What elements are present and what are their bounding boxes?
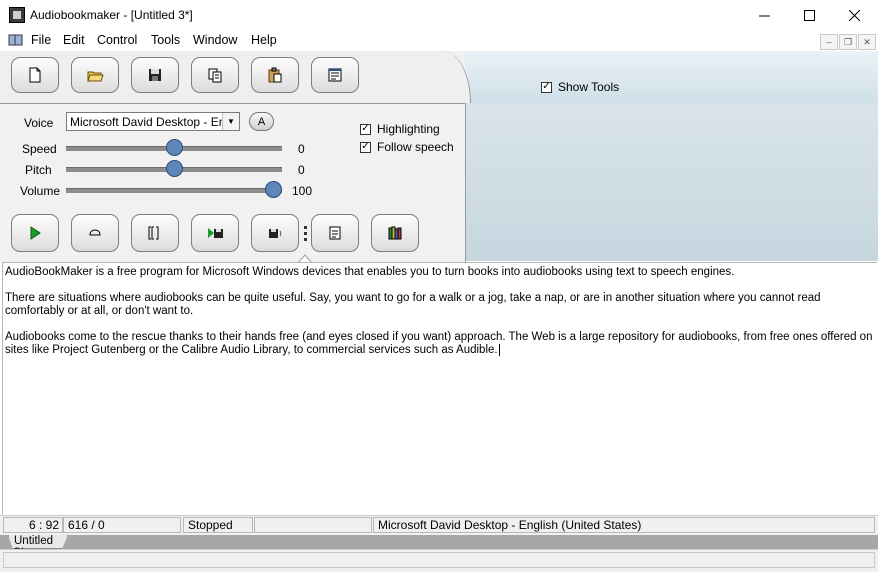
bottom-panel — [3, 552, 875, 568]
minimize-icon — [758, 15, 770, 17]
volume-slider[interactable] — [66, 188, 282, 193]
menu-help[interactable]: Help — [251, 33, 277, 47]
tab-untitled-3[interactable]: Untitled 3* — [8, 535, 68, 549]
pitch-slider-thumb[interactable] — [165, 160, 183, 177]
new-document-icon — [29, 67, 41, 83]
copy-button[interactable] — [191, 57, 239, 93]
bookmark-button[interactable] — [131, 214, 179, 252]
follow-speech-checkbox[interactable]: ✓ — [360, 141, 371, 153]
menu-file[interactable]: File — [31, 33, 51, 47]
status-empty-cell — [254, 517, 372, 533]
show-tools-label: Show Tools — [558, 80, 620, 94]
follow-speech-toggle[interactable]: ✓ Follow speech — [360, 140, 454, 154]
highlighting-checkbox[interactable]: ✓ — [360, 123, 371, 135]
status-state: Stopped — [183, 517, 253, 533]
menu-tools[interactable]: Tools — [151, 33, 180, 47]
play-icon — [30, 226, 41, 240]
follow-speech-label: Follow speech — [377, 140, 454, 154]
brackets-icon — [148, 226, 159, 240]
paragraph: There are situations where audiobooks ca… — [5, 292, 821, 317]
maximize-button[interactable] — [786, 0, 832, 31]
voice-label: Voice — [24, 116, 54, 130]
save-icon — [149, 69, 161, 81]
panel-background — [465, 103, 878, 261]
properties-button[interactable] — [311, 57, 359, 93]
menu-edit[interactable]: Edit — [63, 33, 85, 47]
close-button[interactable] — [831, 0, 877, 31]
app-icon[interactable] — [9, 7, 25, 23]
pitch-label: Pitch — [25, 163, 52, 177]
paragraph-text: Audiobooks come to the rescue thanks to … — [5, 331, 873, 356]
window-title: Audiobookmaker - [Untitled 3*] — [30, 8, 193, 22]
editor-content[interactable]: AudioBookMaker is a free program for Mic… — [5, 266, 873, 370]
paragraph: Audiobooks come to the rescue thanks to … — [5, 331, 873, 357]
mdi-minimize-button[interactable]: – — [820, 34, 838, 50]
text-editor[interactable]: AudioBookMaker is a free program for Mic… — [2, 262, 877, 516]
menu-window[interactable]: Window — [193, 33, 237, 47]
menu-control[interactable]: Control — [97, 33, 137, 47]
play-save-icon — [208, 228, 223, 238]
voice-select[interactable]: Microsoft David Desktop - English (Unite… — [66, 112, 240, 131]
mdi-restore-button[interactable]: ❐ — [839, 34, 857, 50]
document-properties-button[interactable] — [311, 214, 359, 252]
save-audio-button[interactable] — [251, 214, 299, 252]
status-counts: 616 / 0 — [63, 517, 181, 533]
toolbar-background — [465, 51, 878, 103]
volume-value: 100 — [292, 184, 313, 198]
highlighting-label: Highlighting — [377, 122, 440, 136]
checklist-icon — [329, 226, 341, 240]
maximize-icon — [803, 10, 815, 21]
mdi-close-button[interactable]: ✕ — [858, 34, 876, 50]
voice-select-value: Microsoft David Desktop - English (Unite… — [70, 115, 222, 129]
toolbar-separator — [304, 224, 307, 242]
stop-button[interactable] — [71, 214, 119, 252]
pitch-value: 0 — [298, 163, 305, 177]
stop-icon — [89, 229, 101, 236]
copy-icon — [208, 68, 222, 83]
speed-value: 0 — [298, 142, 305, 156]
properties-icon — [328, 68, 342, 82]
voice-settings-button[interactable]: A — [249, 112, 274, 131]
play-button[interactable] — [11, 214, 59, 252]
paste-icon — [268, 67, 282, 83]
new-document-button[interactable] — [11, 57, 59, 93]
close-icon — [848, 10, 860, 21]
open-folder-button[interactable] — [71, 57, 119, 93]
open-folder-icon — [87, 71, 104, 82]
volume-slider-thumb[interactable] — [265, 181, 282, 198]
chevron-down-icon[interactable]: ▼ — [222, 113, 239, 130]
speed-slider-thumb[interactable] — [165, 139, 183, 156]
document-tab-strip — [0, 535, 878, 549]
save-audio-icon — [269, 229, 282, 238]
books-icon — [388, 226, 402, 240]
status-cursor-position: 6 : 92 — [3, 517, 63, 533]
show-tools-toggle[interactable]: ✓ Show Tools — [541, 80, 619, 94]
speed-label: Speed — [22, 142, 57, 156]
paragraph: AudioBookMaker is a free program for Mic… — [5, 266, 735, 278]
text-cursor — [498, 344, 500, 356]
status-voice: Microsoft David Desktop - English (Unite… — [373, 517, 875, 533]
volume-label: Volume — [20, 184, 61, 198]
panel-collapse-arrow[interactable] — [297, 252, 313, 264]
book-icon[interactable] — [8, 33, 24, 47]
save-button[interactable] — [131, 57, 179, 93]
show-tools-checkbox[interactable]: ✓ — [541, 81, 552, 93]
paste-button[interactable] — [251, 57, 299, 93]
library-button[interactable] — [371, 214, 419, 252]
convert-to-audio-button[interactable] — [191, 214, 239, 252]
highlighting-toggle[interactable]: ✓ Highlighting — [360, 122, 440, 136]
minimize-button[interactable] — [741, 0, 787, 31]
